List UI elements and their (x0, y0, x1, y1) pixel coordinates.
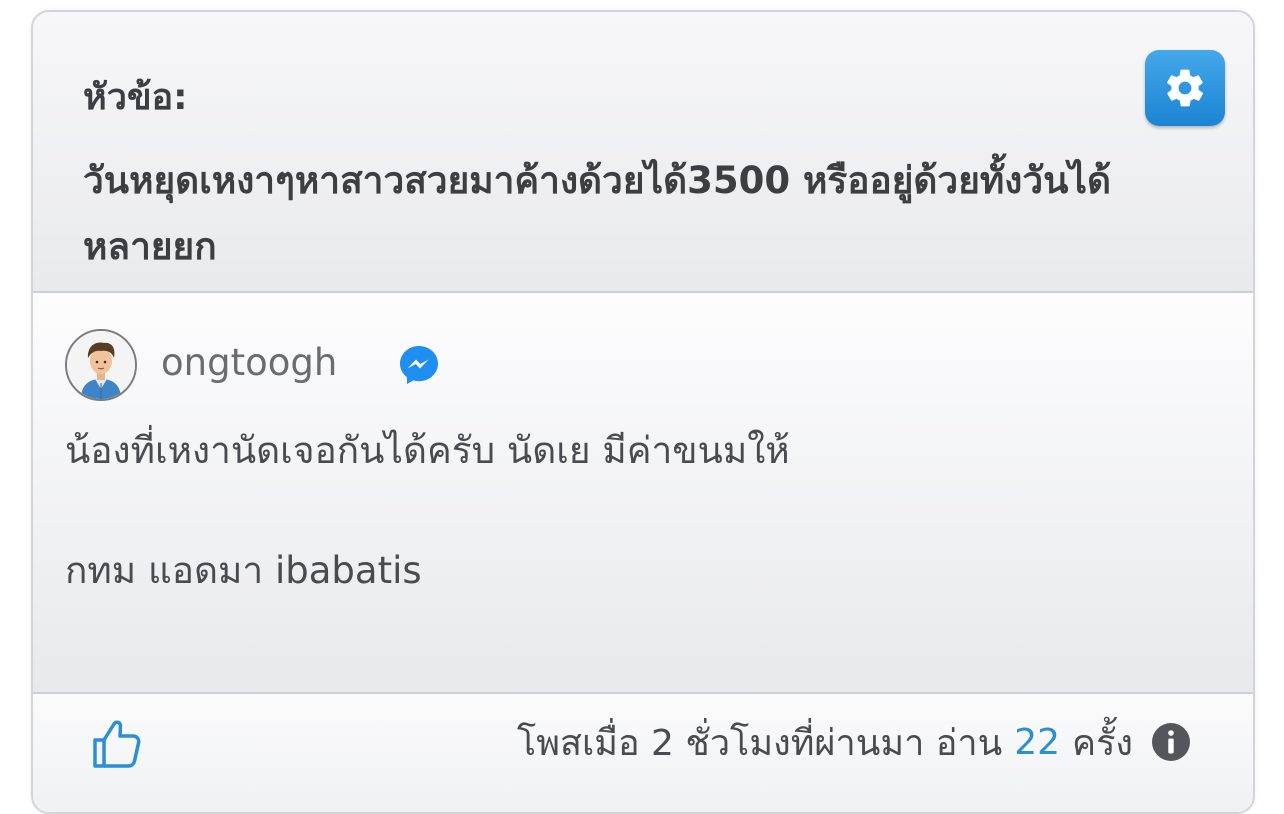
posted-time-text: โพสเมื่อ 2 ชั่วโมงที่ผ่านมา อ่าน (516, 722, 1003, 764)
username[interactable]: ongtoogh (161, 339, 337, 387)
gear-icon (1167, 69, 1204, 107)
topic-title: วันหยุดเหงาๆหาสาวสวยมาค้างด้วยได้3500 หร… (83, 159, 1112, 268)
topic-card: หัวข้อ: วันหยุดเหงาๆหาสาวสวยมาค้างด้วยได… (31, 10, 1255, 814)
post-footer: โพสเมื่อ 2 ชั่วโมงที่ผ่านมา อ่าน 22 ครั้… (33, 694, 1253, 812)
avatar[interactable] (65, 329, 137, 401)
messenger-icon[interactable] (397, 343, 441, 387)
times-text: ครั้ง (1072, 722, 1133, 764)
topic-header: หัวข้อ: วันหยุดเหงาๆหาสาวสวยมาค้างด้วยได… (33, 12, 1253, 293)
thumbs-up-icon (93, 720, 141, 768)
settings-button[interactable] (1145, 50, 1225, 126)
like-button[interactable] (91, 716, 143, 770)
post-message: น้องที่เหงานัดเจอกันได้ครับ นัดเย มีค่าข… (65, 429, 790, 592)
info-icon[interactable] (1151, 722, 1191, 762)
topic-label: หัวข้อ: (83, 77, 188, 118)
post-body: ongtoogh น้องที่เหงานัดเจอกันได้ครับ นัด… (33, 293, 1253, 694)
post-meta: โพสเมื่อ 2 ชั่วโมงที่ผ่านมา อ่าน 22 ครั้… (517, 712, 1191, 772)
read-count: 22 (1014, 721, 1060, 763)
user-avatar-icon (67, 331, 135, 399)
